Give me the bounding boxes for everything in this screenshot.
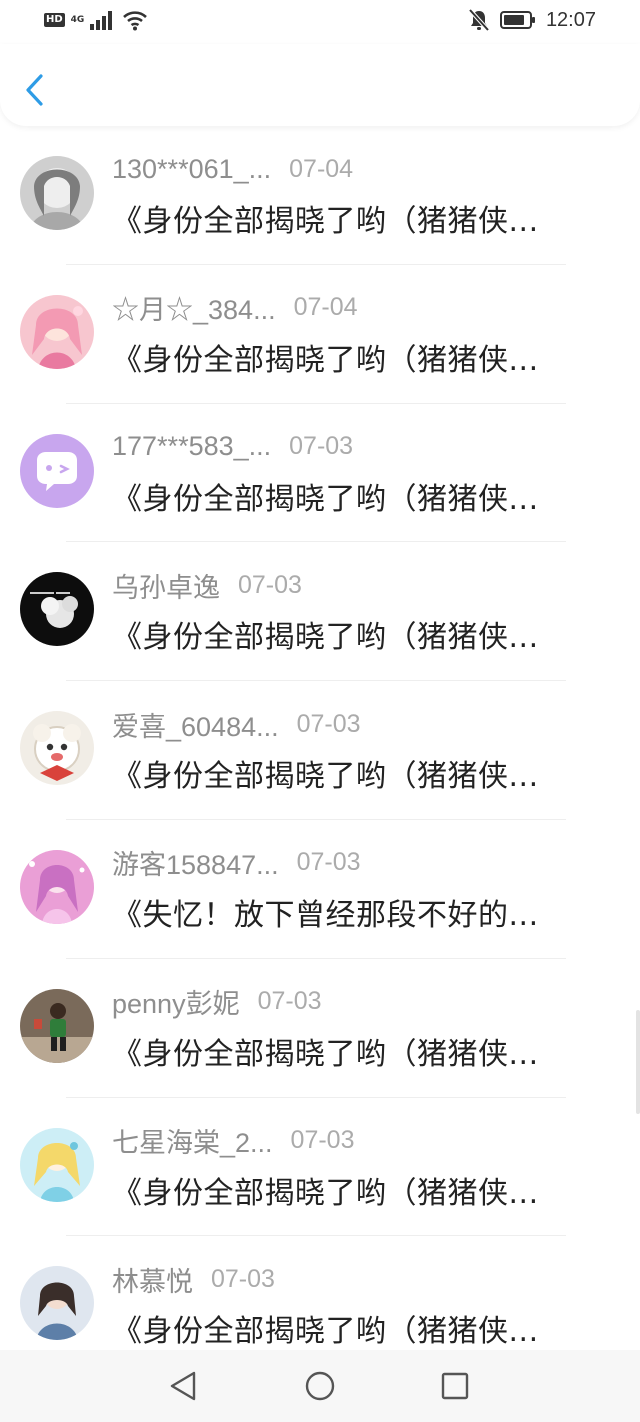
item-meta: penny彭妮 07-03 [112,985,322,1019]
post-date: 07-03 [257,987,322,1016]
avatar [20,156,94,230]
avatar [20,711,94,786]
avatar [20,988,94,1063]
home-circle-icon [305,1371,335,1401]
avatar [20,294,94,369]
back-triangle-icon [170,1371,196,1401]
item-meta: 177***583_... 07-03 [112,430,353,464]
list-item[interactable]: 七星海棠_2... 07-03 《身份全部揭晓了哟（猪猪侠... [0,1098,640,1237]
comment-text: 《身份全部揭晓了哟（猪猪侠... [112,481,539,517]
user-name: 爱喜_60484... [112,711,279,742]
top-bar [0,44,640,126]
post-date: 07-03 [238,570,302,599]
user-name: 130***061_... [112,153,272,184]
network-indicator: 4G [70,14,85,25]
status-bar: HD 4G 12:07 [0,0,640,44]
user-name: 乌孙卓逸 [112,572,220,603]
avatar [20,572,94,647]
post-date: 07-03 [296,848,361,877]
avatar [20,1266,94,1341]
message-list: 130***061_... 07-04 《身份全部揭晓了哟（猪猪侠... ☆月☆… [0,126,640,1375]
scrollbar[interactable] [636,1010,640,1114]
system-nav-bar [0,1350,640,1422]
avatar [20,849,94,924]
list-item[interactable]: 177***583_... 07-03 《身份全部揭晓了哟（猪猪侠... [0,404,640,543]
item-meta: 游客158847... 07-03 [112,846,361,880]
avatar [20,1127,94,1202]
list-item[interactable]: 游客158847... 07-03 《失忆！放下曾经那段不好的... [0,820,640,959]
list-item[interactable]: 爱喜_60484... 07-03 《身份全部揭晓了哟（猪猪侠... [0,681,640,820]
mute-bell-icon [468,8,490,32]
comment-text: 《身份全部揭晓了哟（猪猪侠... [112,620,539,656]
comment-text: 《身份全部揭晓了哟（猪猪侠... [112,1175,539,1211]
comment-text: 《失忆！放下曾经那段不好的... [112,897,539,933]
comment-text: 《身份全部揭晓了哟（猪猪侠... [112,1036,539,1072]
hd-badge: HD [44,13,65,27]
item-meta: 130***061_... 07-04 [112,152,353,186]
item-meta: ☆月☆_384... 07-04 [112,291,358,325]
status-left: HD 4G [44,9,148,31]
user-name: 七星海棠_2... [112,1128,273,1159]
user-name: penny彭妮 [112,989,240,1020]
comment-text: 《身份全部揭晓了哟（猪猪侠... [112,204,539,239]
signal-icon [90,11,113,30]
comment-text: 《身份全部揭晓了哟（猪猪侠... [112,1314,539,1350]
item-meta: 乌孙卓逸 07-03 [112,568,302,603]
post-date: 07-03 [211,1264,275,1293]
comment-text: 《身份全部揭晓了哟（猪猪侠... [112,759,539,795]
back-button[interactable] [18,70,50,110]
chat-bubble-icon [20,433,94,508]
post-date: 07-04 [289,154,354,183]
network-label: 4G [70,14,85,25]
user-name: 177***583_... [112,431,272,462]
status-time: 12:07 [545,8,596,31]
avatar [20,433,94,508]
comment-text: 《身份全部揭晓了哟（猪猪侠... [112,342,539,378]
nav-recents-button[interactable] [437,1368,473,1404]
chevron-left-icon [26,74,43,106]
list-item[interactable]: penny彭妮 07-03 《身份全部揭晓了哟（猪猪侠... [0,959,640,1098]
item-meta: 七星海棠_2... 07-03 [112,1124,355,1158]
list-item[interactable]: 130***061_... 07-04 《身份全部揭晓了哟（猪猪侠... [0,126,640,265]
user-name: 林慕悦 [112,1266,193,1297]
recents-square-icon [441,1372,469,1400]
user-name: 游客158847... [112,850,279,881]
battery-icon [499,11,535,29]
nav-back-button[interactable] [165,1368,201,1404]
status-right: 12:07 [468,8,596,32]
post-date: 07-03 [290,1126,355,1155]
wifi-icon [123,11,148,31]
post-date: 07-03 [289,432,354,461]
user-name: ☆月☆_384... [112,295,276,326]
nav-home-button[interactable] [302,1368,338,1404]
post-date: 07-04 [293,293,358,322]
post-date: 07-03 [296,709,361,738]
list-item[interactable]: ☆月☆_384... 07-04 《身份全部揭晓了哟（猪猪侠... [0,265,640,404]
list-item[interactable]: 乌孙卓逸 07-03 《身份全部揭晓了哟（猪猪侠... [0,542,640,682]
item-meta: 爱喜_60484... 07-03 [112,707,361,742]
item-meta: 林慕悦 07-03 [112,1262,275,1297]
